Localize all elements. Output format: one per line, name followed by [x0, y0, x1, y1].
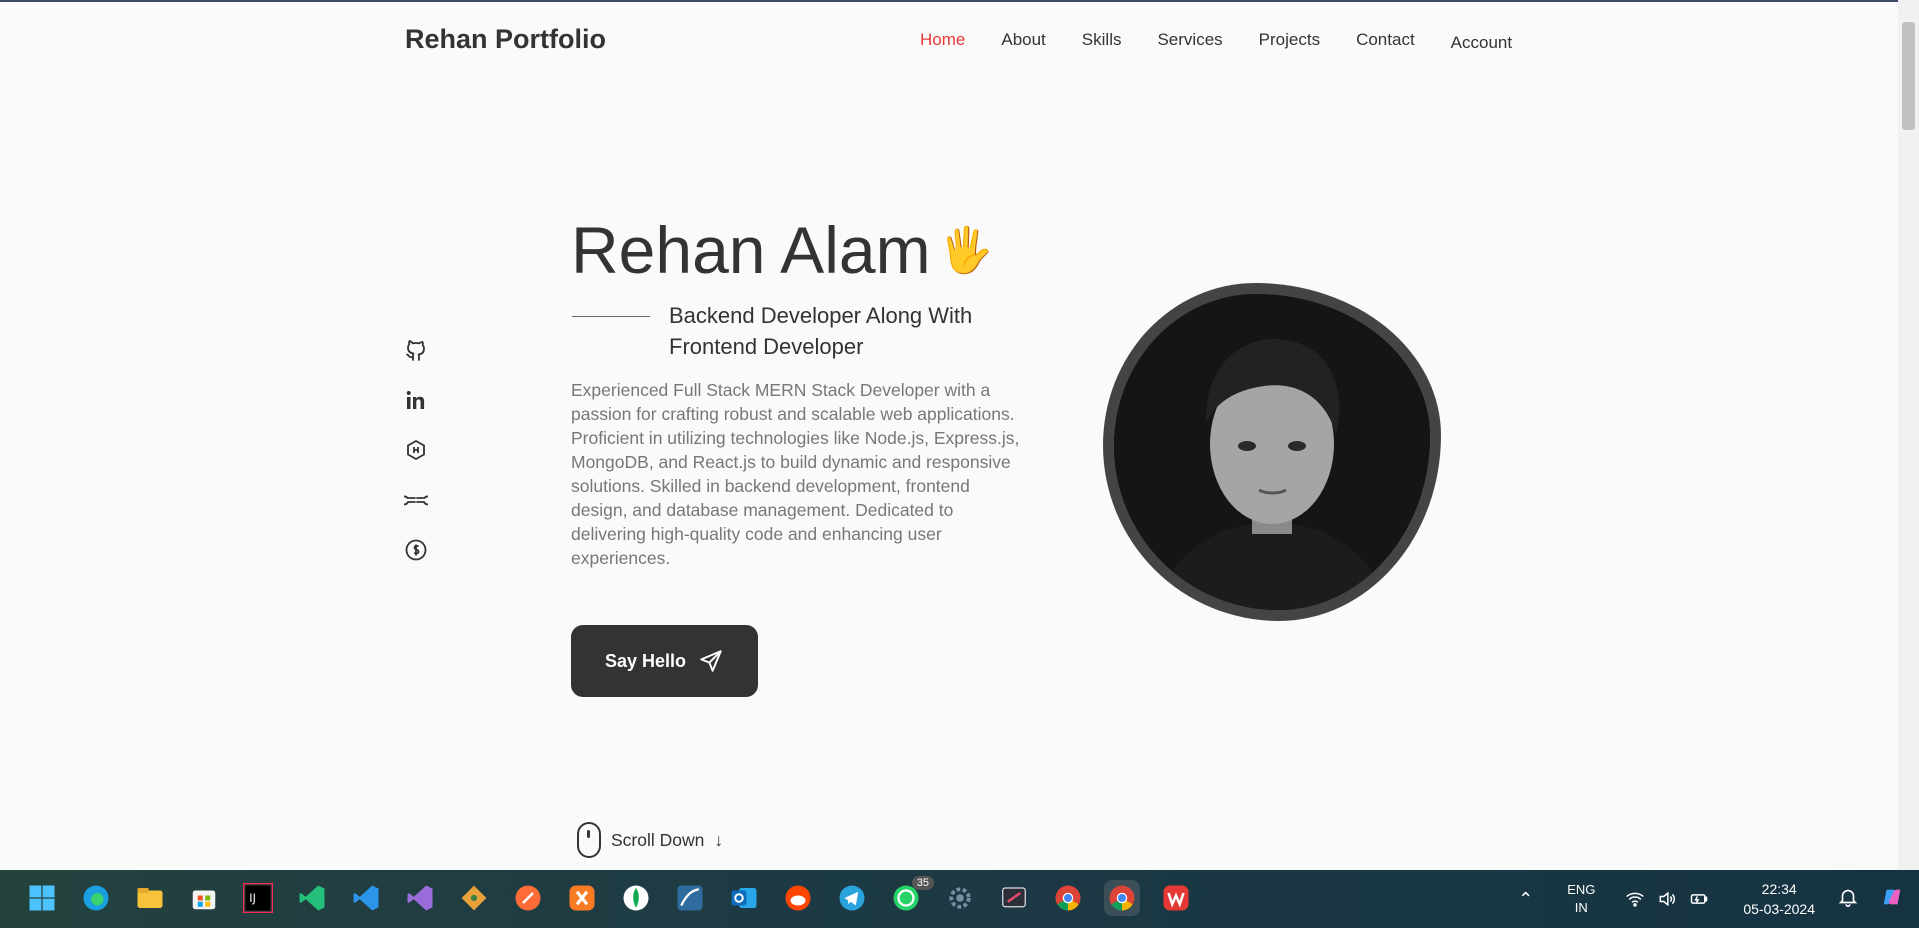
clock-time: 22:34: [1761, 881, 1797, 897]
linkedin-icon[interactable]: [403, 387, 429, 413]
taskbar-apps: IJ 35: [24, 876, 1194, 916]
system-icons[interactable]: [1625, 889, 1709, 909]
notification-bell-icon[interactable]: [1837, 886, 1859, 913]
visual-studio-icon[interactable]: [402, 880, 438, 916]
snipping-tool-icon[interactable]: [996, 880, 1032, 916]
nav-account[interactable]: Account: [1451, 33, 1512, 53]
whatsapp-icon[interactable]: 35: [888, 876, 934, 916]
store-icon[interactable]: [186, 880, 222, 916]
say-hello-label: Say Hello: [604, 650, 687, 671]
mysql-workbench-icon[interactable]: [672, 880, 708, 916]
top-border: [0, 0, 1919, 2]
system-tray: ⌃ ENG IN 22:34 05-03-2024: [1518, 870, 1919, 928]
nav-home[interactable]: Home: [920, 30, 965, 53]
lang-line2: IN: [1574, 900, 1588, 915]
lang-line1: ENG: [1567, 882, 1596, 897]
windows-taskbar: IJ 35 ⌃ ENG IN 22:34 05-03-2024: [0, 870, 1919, 928]
send-icon: [700, 650, 722, 672]
mouse-icon: [577, 822, 601, 858]
postman-icon[interactable]: [510, 880, 546, 916]
settings-icon[interactable]: [942, 880, 978, 916]
vscode-icon[interactable]: [294, 880, 330, 916]
codechef-icon[interactable]: [403, 537, 429, 563]
say-hello-button[interactable]: Say Hello: [571, 625, 758, 697]
hashnode-icon[interactable]: [403, 437, 429, 463]
wps-icon[interactable]: [1158, 880, 1194, 916]
copilot-icon[interactable]: [1881, 886, 1903, 913]
git-icon[interactable]: [456, 880, 492, 916]
hero-name-text: Rehan Alam: [571, 213, 931, 287]
nav-services[interactable]: Services: [1157, 30, 1222, 53]
xampp-icon[interactable]: [564, 880, 600, 916]
windows-start-icon[interactable]: [24, 880, 60, 916]
subtitle-divider: [572, 316, 650, 317]
social-links: [403, 337, 429, 563]
intellij-icon[interactable]: IJ: [240, 880, 276, 916]
main-nav: Home About Skills Services Projects Cont…: [920, 30, 1548, 53]
hero-subtitle: Backend Developer Along With Frontend De…: [669, 303, 973, 359]
chevron-up-icon[interactable]: ⌃: [1518, 889, 1533, 910]
whatsapp-badge: 35: [911, 876, 934, 890]
nav-projects[interactable]: Projects: [1259, 30, 1320, 53]
hero-name: Rehan Alam 🖐: [571, 212, 993, 288]
file-explorer-icon[interactable]: [132, 880, 168, 916]
volume-icon: [1659, 891, 1676, 907]
reddit-icon[interactable]: [780, 880, 816, 916]
nav-about[interactable]: About: [1001, 30, 1045, 53]
github-icon[interactable]: [403, 337, 429, 363]
edge-icon[interactable]: [78, 880, 114, 916]
scrollbar-thumb[interactable]: [1902, 22, 1915, 130]
language-indicator[interactable]: ENG IN: [1567, 881, 1595, 917]
scroll-down-link[interactable]: Scroll Down ↓: [577, 822, 723, 858]
scroll-down-label: Scroll Down: [611, 829, 705, 850]
chrome-profile-icon[interactable]: [1104, 880, 1140, 916]
battery-icon: [1691, 894, 1708, 904]
nav-contact[interactable]: Contact: [1356, 30, 1415, 53]
wifi-icon: [1626, 892, 1645, 907]
wave-hand-icon: 🖐: [938, 226, 994, 275]
site-logo[interactable]: Rehan Portfolio: [405, 24, 606, 55]
nav-skills[interactable]: Skills: [1082, 30, 1122, 53]
clock-date: 05-03-2024: [1743, 901, 1815, 917]
chrome-icon[interactable]: [1050, 880, 1086, 916]
outlook-icon[interactable]: [726, 880, 762, 916]
system-clock[interactable]: 22:34 05-03-2024: [1743, 879, 1815, 919]
arrow-down-icon: ↓: [714, 829, 724, 850]
svg-text:IJ: IJ: [249, 892, 256, 905]
mongodb-icon[interactable]: [618, 880, 654, 916]
geeksforgeeks-icon[interactable]: [403, 487, 429, 513]
hero-description: Experienced Full Stack MERN Stack Develo…: [571, 380, 1020, 568]
page-scrollbar[interactable]: [1898, 0, 1919, 870]
vscode-blue-icon[interactable]: [348, 880, 384, 916]
telegram-icon[interactable]: [834, 880, 870, 916]
